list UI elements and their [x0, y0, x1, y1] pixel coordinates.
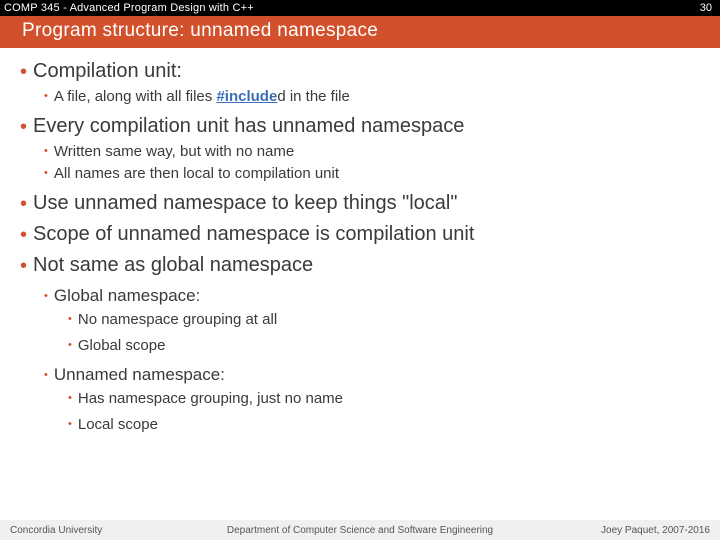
bullet-icon: •	[44, 368, 48, 383]
bullet-icon: •	[20, 253, 27, 280]
bullet-text: Global namespace:	[54, 286, 200, 305]
bullet-text: Global scope	[78, 337, 166, 354]
bullet-every-b: • All names are then local to compilation…	[44, 164, 704, 184]
slide: COMP 345 - Advanced Program Design with …	[0, 0, 720, 540]
bullet-text: Not same as global namespace	[33, 254, 313, 276]
footer: Concordia University Department of Compu…	[0, 520, 720, 540]
bullet-icon: •	[44, 89, 48, 104]
bullet-use: • Use unnamed namespace to keep things "l…	[20, 190, 704, 217]
bullet-icon: •	[44, 289, 48, 304]
bullet-global: • Global namespace:	[44, 285, 704, 308]
bullet-icon: •	[68, 417, 72, 432]
bullet-unnamed-b: • Local scope	[68, 415, 704, 435]
bullet-text: All names are then local to compilation …	[54, 165, 339, 182]
bullet-every-a: • Written same way, but with no name	[44, 142, 704, 162]
bullet-icon: •	[20, 59, 27, 86]
bullet-icon: •	[68, 338, 72, 353]
bullet-unnamed: • Unnamed namespace:	[44, 364, 704, 387]
bullet-text-pre: A file, along with all files	[54, 88, 217, 105]
slide-content: • Compilation unit: • A file, along with a…	[0, 48, 720, 540]
bullet-text: Compilation unit:	[33, 60, 182, 82]
bullet-icon: •	[44, 166, 48, 181]
page-number: 30	[700, 2, 712, 14]
bullet-text: Scope of unnamed namespace is compilatio…	[33, 223, 474, 245]
top-bar: COMP 345 - Advanced Program Design with …	[0, 0, 720, 16]
bullet-text: Every compilation unit has unnamed names…	[33, 115, 464, 137]
course-label: COMP 345 - Advanced Program Design with …	[4, 2, 254, 14]
bullet-text: Local scope	[78, 416, 158, 433]
bullet-text: Unnamed namespace:	[54, 365, 225, 384]
bullet-global-a: • No namespace grouping at all	[68, 310, 704, 330]
bullet-icon: •	[44, 144, 48, 159]
bullet-text-post: d in the file	[277, 88, 350, 105]
bullet-comp-unit: • Compilation unit:	[20, 58, 704, 85]
bullet-scope: • Scope of unnamed namespace is compilati…	[20, 221, 704, 248]
bullet-unnamed-a: • Has namespace grouping, just no name	[68, 389, 704, 409]
bullet-text: No namespace grouping at all	[78, 311, 277, 328]
bullet-notsame: • Not same as global namespace	[20, 252, 704, 279]
bullet-text: Has namespace grouping, just no name	[78, 390, 343, 407]
bullet-icon: •	[20, 114, 27, 141]
bullet-every: • Every compilation unit has unnamed name…	[20, 113, 704, 140]
bullet-text: Use unnamed namespace to keep things "lo…	[33, 192, 457, 214]
bullet-icon: •	[68, 391, 72, 406]
bullet-icon: •	[68, 312, 72, 327]
footer-mid: Department of Computer Science and Softw…	[0, 525, 720, 536]
include-keyword: #include	[216, 88, 277, 105]
bullet-icon: •	[20, 222, 27, 249]
bullet-text: Written same way, but with no name	[54, 143, 294, 160]
slide-title: Program structure: unnamed namespace	[0, 16, 720, 48]
bullet-icon: •	[20, 191, 27, 218]
bullet-comp-unit-a: • A file, along with all files #included …	[44, 87, 704, 107]
bullet-global-b: • Global scope	[68, 336, 704, 356]
